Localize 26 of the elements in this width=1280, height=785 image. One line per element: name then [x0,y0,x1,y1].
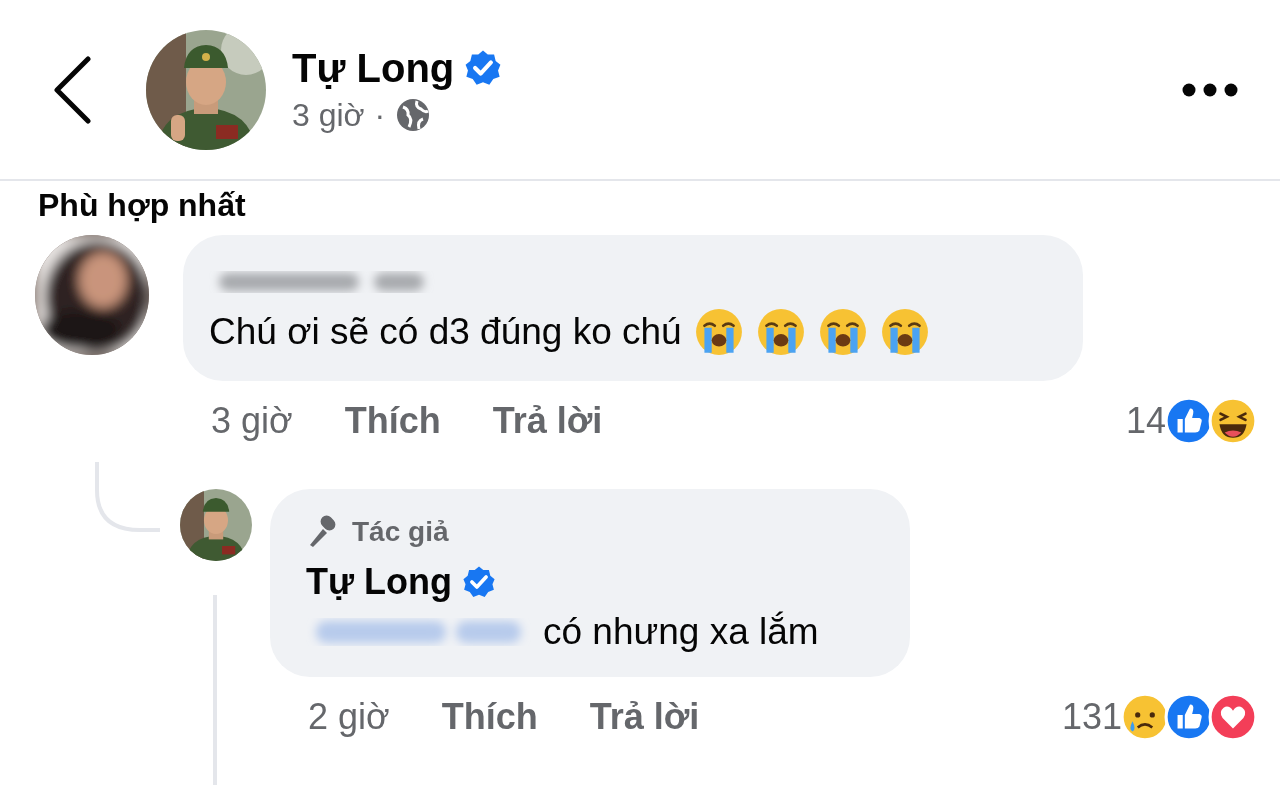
globe-icon [395,97,432,133]
more-options-icon[interactable] [1182,82,1238,97]
back-icon[interactable] [52,55,92,124]
separator-dot: · [374,96,386,134]
sort-label[interactable]: Phù hợp nhất [38,185,1280,225]
comment-time: 3 giờ [211,400,293,442]
author-label: Tác giả [352,516,449,548]
reply-link[interactable]: Trả lời [589,696,700,738]
reaction-count[interactable]: 14 [1125,400,1166,442]
author-name[interactable]: Tự Long [292,45,455,91]
like-link[interactable]: Thích [441,696,538,738]
crying-face-icon [817,307,868,357]
heart-reaction-icon [1208,692,1258,742]
reply-author[interactable]: Tự Long [306,561,453,603]
laughing-face-icon [1208,396,1258,446]
reply-link[interactable]: Trả lời [492,400,603,442]
comment-text: Chú ơi sẽ có d3 đúng ko chú [209,311,682,353]
reply-time: 2 giờ [308,696,390,738]
crying-face-icon [693,307,744,357]
reply-text: có nhưng xa lắm [543,611,819,653]
crying-face-icon [879,307,930,357]
like-link[interactable]: Thích [344,400,441,442]
post-time: 3 giờ [292,96,365,134]
reaction-count[interactable]: 131 [1061,696,1122,738]
thread-line [95,462,160,532]
crying-face-icon [755,307,806,357]
